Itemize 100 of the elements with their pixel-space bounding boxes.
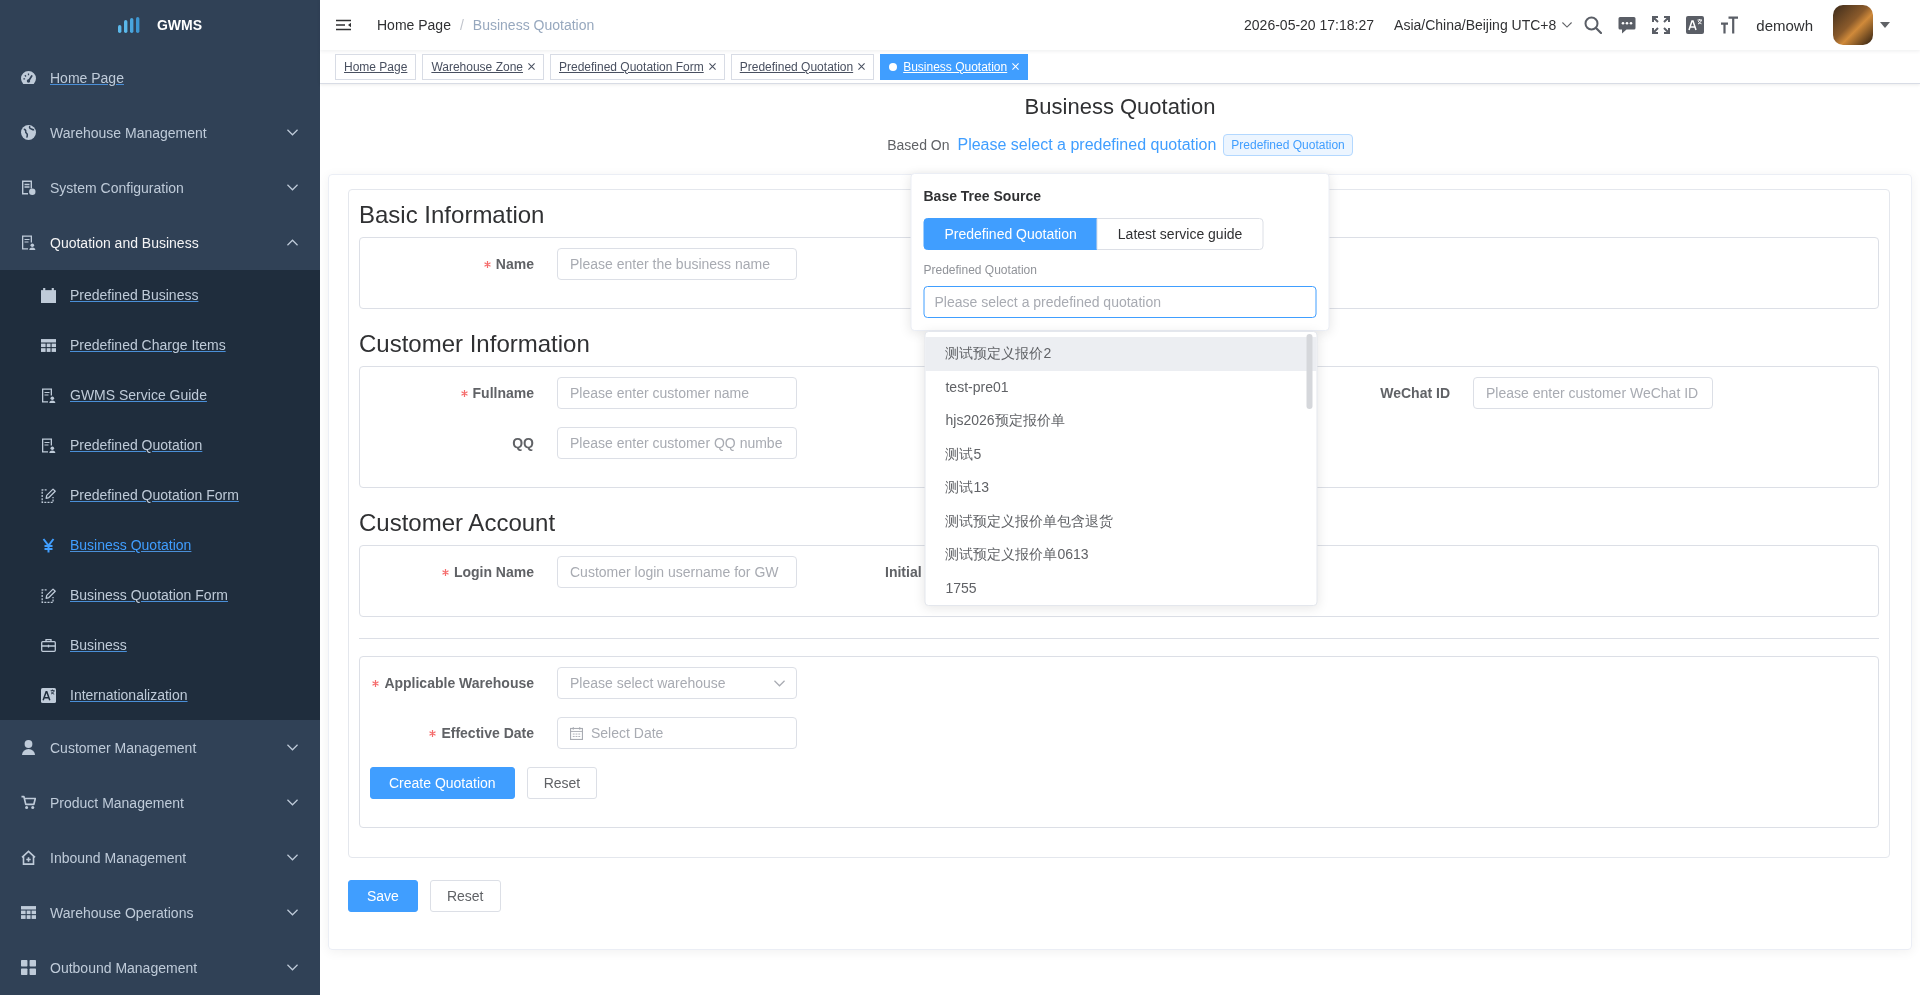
field-label: Initial — [885, 564, 922, 580]
sidebar-menu-item[interactable]: Customer Management — [0, 720, 320, 775]
input-field[interactable]: Please enter customer name — [557, 377, 797, 409]
calendar-icon — [570, 727, 583, 740]
fullscreen-icon[interactable] — [1652, 16, 1671, 34]
input-field[interactable]: Please enter the business name — [557, 248, 797, 280]
sidebar-menu-item[interactable]: Quotation and Business — [0, 215, 320, 270]
required-asterisk-icon — [460, 389, 468, 397]
user-name[interactable]: demowh — [1756, 16, 1813, 34]
breadcrumb-current: Business Quotation — [472, 17, 595, 33]
cart-icon — [20, 795, 36, 810]
yen-icon — [40, 537, 56, 553]
field-label: Effective Date — [441, 725, 534, 741]
page-tab[interactable]: Predefined Quotation — [730, 53, 875, 80]
sidebar-submenu-item[interactable]: Business Quotation — [0, 520, 320, 570]
dropdown-option[interactable]: 测试13 — [925, 471, 1317, 505]
field-label: WeChat ID — [1380, 385, 1450, 401]
sidebar-submenu-item[interactable]: GWMS Service Guide — [0, 370, 320, 420]
document-user-icon — [20, 235, 36, 250]
close-icon[interactable] — [708, 63, 716, 70]
sidebar-submenu-item[interactable]: Business — [0, 620, 320, 670]
chat-icon[interactable] — [1618, 16, 1637, 34]
caret-icon[interactable] — [1880, 22, 1890, 28]
timezone-select[interactable]: Asia/China/Beijing UTC+8 — [1394, 17, 1573, 33]
text-size-icon[interactable] — [1720, 16, 1739, 34]
logo-title: GWMS — [156, 17, 203, 33]
chevron-icon — [287, 854, 298, 861]
dropdown-option[interactable]: 测试预定义报价单0613 — [925, 538, 1317, 572]
avatar-photo[interactable] — [1833, 5, 1873, 45]
section-title: Customer Information — [359, 329, 590, 359]
dropdown-option[interactable]: 1755 — [925, 571, 1317, 605]
page-tab[interactable]: Warehouse Zone — [422, 53, 544, 80]
required-asterisk-icon — [441, 568, 449, 576]
briefcase-icon — [40, 637, 56, 653]
sidebar-menu-item[interactable]: Outbound Management — [0, 940, 320, 995]
sidebar-submenu-item[interactable]: Predefined Business — [0, 270, 320, 320]
calendar-icon — [40, 287, 56, 303]
page-tab[interactable]: Predefined Quotation Form — [550, 53, 725, 80]
dropdown-option[interactable]: test-pre01 — [925, 370, 1317, 404]
scrollbar[interactable] — [1306, 334, 1313, 409]
dropdown-option[interactable]: 测试预定义报价单包含退货 — [925, 504, 1317, 538]
breadcrumb-link[interactable]: Home Page — [377, 17, 451, 33]
field-label: Applicable Warehouse — [384, 675, 534, 691]
based-on-label: Based On — [887, 137, 950, 153]
section-title: Basic Information — [359, 200, 545, 230]
gauge-icon — [20, 70, 36, 85]
sidebar-submenu-item[interactable]: Predefined Quotation Form — [0, 470, 320, 520]
dropdown-option[interactable]: 测试5 — [925, 437, 1317, 471]
page-tab[interactable]: Home Page — [335, 53, 417, 80]
field-label: Name — [495, 256, 534, 272]
radio-button[interactable]: Latest service guide — [1096, 218, 1264, 250]
field-label: Fullname — [472, 385, 534, 401]
input-field[interactable]: Please enter customer WeChat ID — [1473, 377, 1713, 409]
logo-icon — [117, 17, 140, 33]
close-icon[interactable] — [858, 63, 866, 70]
table-icon — [40, 337, 56, 353]
reset-button[interactable]: Reset — [429, 880, 501, 912]
document-user-icon — [40, 387, 56, 403]
house-icon — [20, 850, 36, 865]
required-asterisk-icon — [429, 729, 437, 737]
required-asterisk-icon — [372, 679, 380, 687]
chevron-icon — [287, 799, 298, 806]
dot-icon — [889, 62, 898, 71]
chevron-icon — [287, 129, 298, 136]
sidebar-submenu-item[interactable]: Predefined Charge Items — [0, 320, 320, 370]
chevron-down-icon — [1562, 22, 1573, 28]
dropdown-option[interactable]: 测试预定义报价2 — [925, 337, 1317, 371]
date-field[interactable]: Select Date — [557, 717, 797, 749]
chevron-icon — [287, 964, 298, 971]
sidebar-submenu-item[interactable]: Internationalization — [0, 670, 320, 720]
document-user-icon — [40, 437, 56, 453]
user-icon — [20, 740, 36, 755]
close-icon[interactable] — [528, 63, 535, 70]
select-input[interactable]: Please select a predefined quotation — [923, 286, 1317, 318]
document-gear-icon — [20, 180, 36, 195]
page-title: Business Quotation — [1023, 93, 1217, 121]
source-tag: Predefined Quotation — [1223, 134, 1353, 156]
datetime-text: 2026-05-20 17:18:27 — [1244, 17, 1375, 33]
sidebar-submenu-item[interactable]: Predefined Quotation — [0, 420, 320, 470]
search-icon[interactable] — [1584, 16, 1603, 34]
sidebar-submenu-item[interactable]: Business Quotation Form — [0, 570, 320, 620]
grid-icon — [20, 960, 36, 975]
input-field[interactable]: Customer login username for GW — [557, 556, 797, 588]
field-label: QQ — [512, 435, 534, 451]
sidebar-menu-item[interactable]: Product Management — [0, 775, 320, 830]
required-asterisk-icon — [483, 260, 491, 268]
section-title: Customer Account — [359, 508, 556, 538]
dropdown-option[interactable]: hjs2026预定报价单 — [925, 404, 1317, 438]
field-label: Login Name — [453, 564, 534, 580]
input-field[interactable]: Please enter customer QQ numbe — [557, 427, 797, 459]
sidebar-menu-item[interactable]: Warehouse Operations — [0, 885, 320, 940]
select-field[interactable]: Please select warehouse — [557, 667, 797, 699]
reset-button[interactable]: Reset — [526, 767, 598, 799]
table-icon — [20, 905, 36, 920]
menu-icon[interactable] — [336, 19, 351, 31]
sidebar-menu-item[interactable]: Inbound Management — [0, 830, 320, 885]
sidebar-menu-item[interactable]: Home Page — [0, 50, 320, 105]
translate-icon[interactable] — [1686, 16, 1705, 34]
sidebar-menu-item[interactable]: System Configuration — [0, 160, 320, 215]
sidebar-menu-item[interactable]: Warehouse Management — [0, 105, 320, 160]
